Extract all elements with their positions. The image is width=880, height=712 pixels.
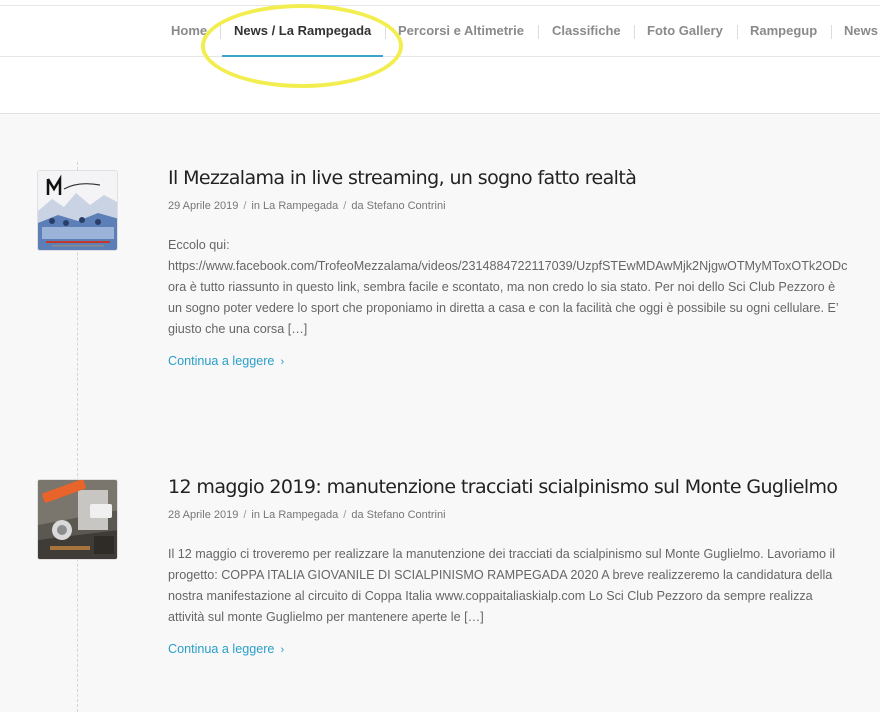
post-category-link[interactable]: La Rampegada [263, 200, 338, 212]
continue-reading-link[interactable]: Continua a leggere › [168, 642, 284, 656]
author-prefix: da [351, 200, 364, 212]
post-meta: 29 Aprile 2019 / in La Rampegada / da Stefan… [168, 200, 446, 212]
site-header: Home News / La Rampegada Percorsi e Alti… [0, 0, 880, 114]
nav-divider [831, 25, 832, 39]
brushcutter-photo-image [38, 480, 117, 559]
post-title-link[interactable]: Il Mezzalama in live streaming, un sogno… [168, 167, 637, 189]
chevron-right-icon: › [280, 644, 285, 656]
meta-separator: / [243, 509, 247, 521]
post-date: 29 Aprile 2019 [168, 200, 239, 212]
post-category-link[interactable]: La Rampegada [263, 509, 338, 521]
excerpt-line: attività sul monte Guglielmo per mantene… [168, 610, 484, 624]
excerpt-line: nostra manifestazione al circuito di Cop… [168, 589, 813, 603]
nav-divider [634, 25, 635, 39]
excerpt-line: Eccolo qui: [168, 238, 230, 252]
post-excerpt: Il 12 maggio ci troveremo per realizzare… [168, 544, 873, 628]
category-prefix: in [251, 509, 260, 521]
meta-separator: / [343, 200, 347, 212]
excerpt-line: un sogno poter vedere lo sport che propo… [168, 301, 839, 315]
nav-divider [737, 25, 738, 39]
post-author-link[interactable]: Stefano Contrini [367, 200, 446, 212]
excerpt-line: ora è tutto riassunto in questo link, se… [168, 280, 836, 294]
post-thumbnail[interactable] [37, 479, 118, 560]
nav-item-rampegup[interactable]: Rampegup [750, 6, 817, 56]
post-meta: 28 Aprile 2019 / in La Rampegada / da Stefan… [168, 509, 446, 521]
post-excerpt: Eccolo qui: https://www.facebook.com/Tro… [168, 235, 873, 340]
post-thumbnail[interactable] [37, 170, 118, 251]
mezzalama-poster-image [38, 171, 117, 250]
nav-item-foto-gallery[interactable]: Foto Gallery [647, 6, 723, 56]
chevron-right-icon: › [280, 356, 285, 368]
excerpt-line: Il 12 maggio ci troveremo per realizzare… [168, 547, 836, 561]
continue-reading-label: Continua a leggere [168, 642, 275, 656]
excerpt-link-line[interactable]: https://www.facebook.com/TrofeoMezzalama… [168, 256, 873, 277]
nav-item-percorsi-e-altimetrie[interactable]: Percorsi e Altimetrie [398, 6, 524, 56]
post-author-link[interactable]: Stefano Contrini [367, 509, 446, 521]
category-prefix: in [251, 200, 260, 212]
nav-item-news[interactable]: News [844, 6, 878, 56]
post-date: 28 Aprile 2019 [168, 509, 239, 521]
continue-reading-label: Continua a leggere [168, 354, 275, 368]
excerpt-line: progetto: COPPA ITALIA GIOVANILE DI SCIA… [168, 568, 833, 582]
excerpt-line: giusto che una corsa […] [168, 322, 308, 336]
nav-bottom-border [0, 56, 880, 57]
meta-separator: / [243, 200, 247, 212]
meta-separator: / [343, 509, 347, 521]
main-navigation: Home News / La Rampegada Percorsi e Alti… [0, 6, 880, 57]
post-title-link[interactable]: 12 maggio 2019: manutenzione tracciati s… [168, 476, 838, 498]
highlight-annotation-ellipse [201, 4, 403, 88]
continue-reading-link[interactable]: Continua a leggere › [168, 354, 284, 368]
author-prefix: da [351, 509, 364, 521]
nav-item-classifiche[interactable]: Classifiche [552, 6, 621, 56]
nav-divider [538, 25, 539, 39]
